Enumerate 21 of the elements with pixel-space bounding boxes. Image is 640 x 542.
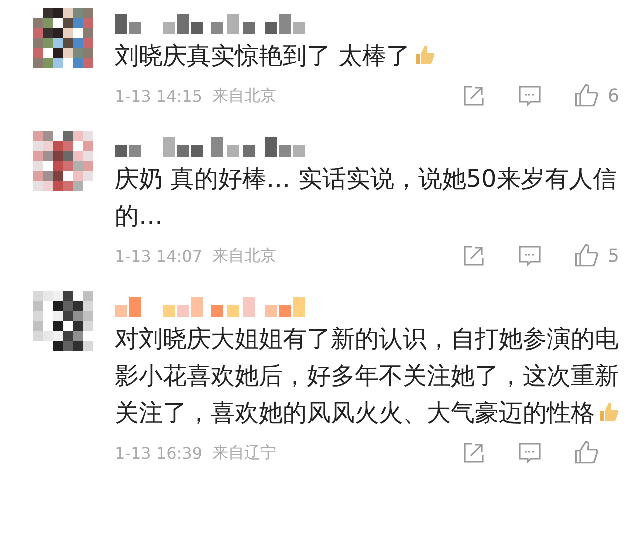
comment-location: 来自北京 xyxy=(212,246,277,266)
comment-location: 来自辽宁 xyxy=(212,442,277,464)
like-count: 5 xyxy=(608,246,620,266)
comment-time: 1-13 14:15 xyxy=(115,86,203,106)
comment-icon[interactable] xyxy=(518,441,542,465)
comment-text: 对刘晓庆大姐姐有了新的认识，自打她参演的电影小花喜欢她后，好多年不关注她了，这次重新关注了，喜欢她的风风火火、大气豪迈的性格 xyxy=(115,324,622,429)
comment-icon[interactable] xyxy=(518,244,542,268)
like-count: 6 xyxy=(608,86,620,106)
comment-icon[interactable] xyxy=(518,84,542,108)
comment-location: 来自北京 xyxy=(212,86,277,106)
like-icon[interactable] xyxy=(574,243,600,269)
comment-text: 刘晓庆真实惊艳到了 太棒了 xyxy=(115,38,626,75)
share-icon[interactable] xyxy=(462,84,486,108)
comment-time: 1-13 16:39 xyxy=(115,444,203,462)
like-icon[interactable] xyxy=(574,440,600,466)
like-icon[interactable] xyxy=(574,83,600,109)
comment-time: 1-13 14:07 xyxy=(115,246,203,266)
share-icon[interactable] xyxy=(462,441,486,465)
comment-text: 庆奶 真的好棒… 实话实说，说她50来岁有人信的… xyxy=(115,164,618,232)
share-icon[interactable] xyxy=(462,244,486,268)
thumbs-up-icon xyxy=(597,400,621,424)
